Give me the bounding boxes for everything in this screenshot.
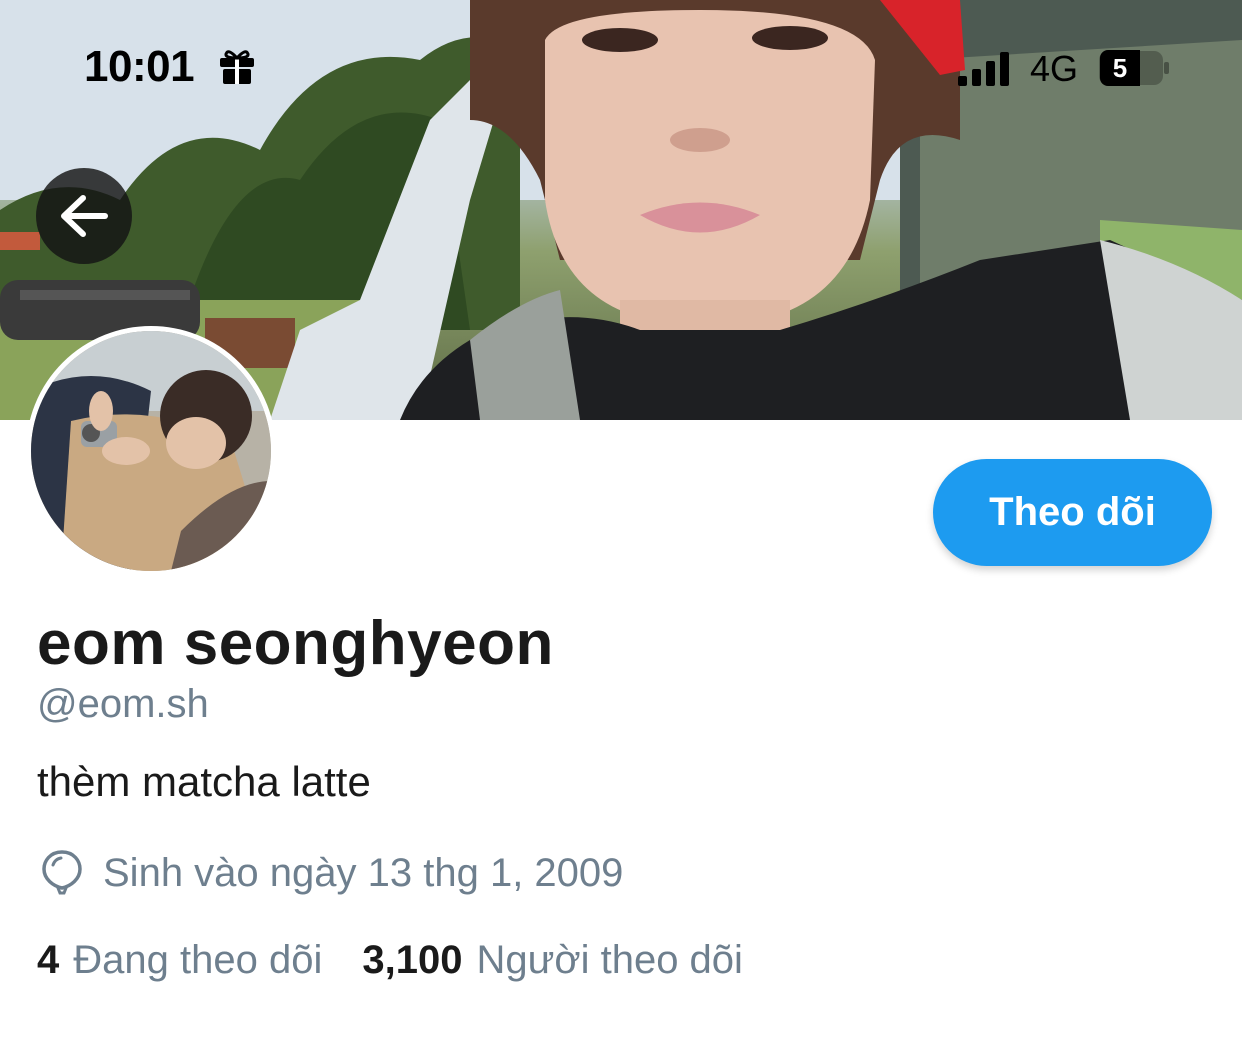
balloon-icon [42,850,82,895]
battery-level: 5 [1100,50,1140,86]
profile-screen: 10:01 4G 5 Theo dõi eom seonghyeon @eom.… [0,0,1242,1041]
following-label[interactable]: Đang theo dõi [73,938,322,983]
display-name: eom seonghyeon [37,609,554,678]
status-time: 10:01 [84,42,195,91]
followers-label[interactable]: Người theo dõi [476,938,742,983]
signal-icon [958,52,1009,86]
profile-bio: thèm matcha latte [37,758,371,805]
followers-count[interactable]: 3,100 [362,938,462,983]
avatar-image [31,331,271,571]
birthday-row: Sinh vào ngày 13 thg 1, 2009 [37,848,623,898]
following-count[interactable]: 4 [37,938,59,983]
birthday-text: Sinh vào ngày 13 thg 1, 2009 [103,850,624,895]
back-button[interactable] [36,168,132,264]
user-handle: @eom.sh [37,682,209,726]
follow-stats: 4 Đang theo dõi 3,100 Người theo dõi [37,938,783,983]
gift-icon [220,50,254,84]
network-type: 4G [1030,48,1079,89]
follow-button[interactable]: Theo dõi [933,459,1212,566]
avatar[interactable] [26,326,276,576]
back-arrow-icon [61,195,108,237]
